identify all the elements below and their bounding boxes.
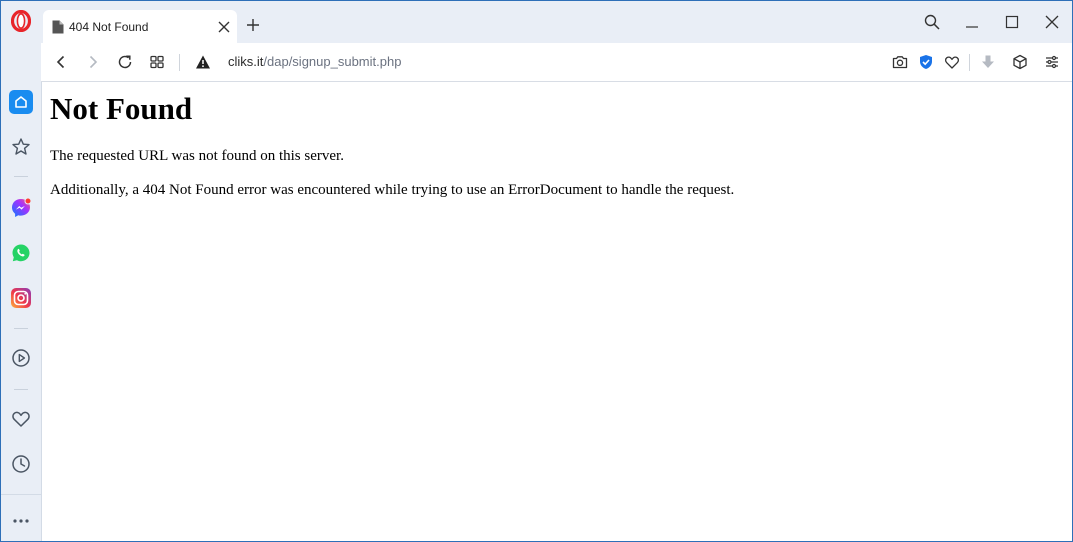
downloads-button[interactable] xyxy=(980,54,996,70)
new-tab-icon[interactable] xyxy=(246,18,260,32)
site-security-button[interactable] xyxy=(195,54,211,70)
sidebar-history-button[interactable] xyxy=(9,452,33,476)
vpn-button[interactable] xyxy=(918,54,934,70)
search-tabs-button[interactable] xyxy=(924,14,940,30)
sidebar-more-button[interactable] xyxy=(9,509,33,533)
url-path: /dap/signup_submit.php xyxy=(263,54,402,69)
extensions-button[interactable] xyxy=(1012,54,1028,70)
whatsapp-icon xyxy=(12,244,30,262)
error-message: The requested URL was not found on this … xyxy=(50,148,344,164)
close-window-button[interactable] xyxy=(1044,14,1060,30)
browser-window: 404 Not Found cliks.it/dap/signup_submit… xyxy=(0,0,1073,542)
minimize-icon xyxy=(966,26,978,28)
url-domain: cliks.it xyxy=(228,54,264,69)
forward-button[interactable] xyxy=(85,54,101,70)
warning-icon xyxy=(196,55,210,69)
home-icon xyxy=(9,90,33,114)
sidebar-bottom-divider xyxy=(1,494,41,495)
forward-arrow-icon xyxy=(89,55,98,69)
tab-strip: 404 Not Found xyxy=(41,1,1072,43)
tab-title: 404 Not Found xyxy=(69,20,149,34)
error-document-message: Additionally, a 404 Not Found error was … xyxy=(50,182,735,198)
maximize-icon xyxy=(1005,15,1019,29)
sidebar-speed-dial-button[interactable] xyxy=(9,135,33,159)
shield-check-icon xyxy=(920,55,932,69)
sidebar-instagram-button[interactable] xyxy=(9,286,33,310)
sidebar-home-button[interactable] xyxy=(9,90,33,114)
search-icon xyxy=(924,14,940,30)
snapshot-button[interactable] xyxy=(892,54,908,70)
close-tab-icon[interactable] xyxy=(217,20,231,34)
add-bookmark-button[interactable] xyxy=(944,54,960,70)
sidebar-player-button[interactable] xyxy=(9,346,33,370)
sidebar-separator xyxy=(14,389,28,390)
easy-setup-button[interactable] xyxy=(149,54,165,70)
page-heading: Not Found xyxy=(50,91,193,126)
page-content: Not Found The requested URL was not foun… xyxy=(42,82,1072,541)
sidebar-whatsapp-button[interactable] xyxy=(9,241,33,265)
grid-icon xyxy=(150,55,164,69)
player-icon xyxy=(12,349,30,367)
more-icon xyxy=(13,519,29,523)
reload-icon xyxy=(118,55,132,69)
download-icon xyxy=(982,55,994,68)
address-toolbar: cliks.it/dap/signup_submit.php xyxy=(41,43,1072,82)
reload-button[interactable] xyxy=(117,54,133,70)
minimize-button[interactable] xyxy=(964,14,980,30)
sidebar-separator xyxy=(14,176,28,177)
camera-icon xyxy=(892,56,908,69)
sidebar-separator xyxy=(14,328,28,329)
sidebar-bookmarks-button[interactable] xyxy=(9,407,33,431)
speed-dial-icon xyxy=(12,138,30,155)
bookmarks-icon xyxy=(12,411,30,427)
messenger-icon xyxy=(12,197,32,217)
opera-logo-icon[interactable] xyxy=(11,10,31,32)
close-icon xyxy=(1045,15,1059,29)
toolbar-separator xyxy=(179,54,180,71)
active-tab[interactable]: 404 Not Found xyxy=(43,10,237,43)
easy-setup-menu-button[interactable] xyxy=(1044,54,1060,70)
heart-icon xyxy=(944,56,960,69)
toolbar-separator xyxy=(969,54,970,71)
url-field[interactable]: cliks.it/dap/signup_submit.php xyxy=(228,54,401,69)
page-icon xyxy=(52,20,64,34)
cube-icon xyxy=(1013,54,1027,70)
back-button[interactable] xyxy=(53,54,69,70)
settings-sliders-icon xyxy=(1046,55,1058,69)
sidebar xyxy=(1,1,42,541)
instagram-icon xyxy=(11,288,31,308)
history-icon xyxy=(12,455,30,473)
sidebar-messenger-button[interactable] xyxy=(9,196,33,220)
back-arrow-icon xyxy=(56,55,65,69)
maximize-button[interactable] xyxy=(1004,14,1020,30)
